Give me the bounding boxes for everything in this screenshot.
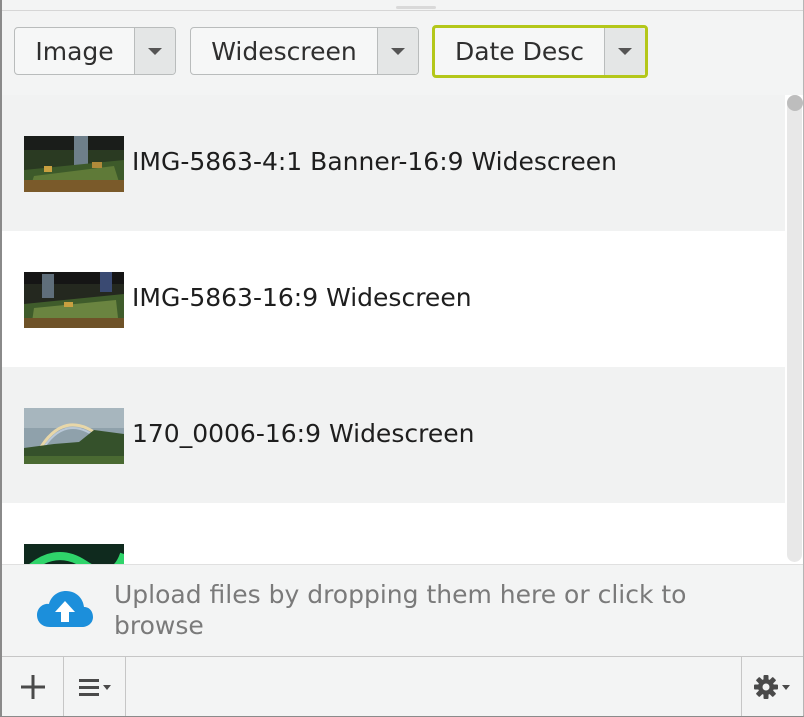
file-list: IMG-5863-4:1 Banner-16:9 Widescreen IMG-…	[2, 95, 785, 564]
image-thumbnail	[24, 136, 124, 192]
cloud-upload-icon	[37, 591, 93, 627]
settings-button[interactable]	[741, 657, 803, 716]
file-name: ...	[132, 555, 156, 564]
file-row[interactable]: IMG-5863-4:1 Banner-16:9 Widescreen	[2, 95, 785, 231]
chevron-down-icon	[618, 48, 632, 55]
list-menu-button[interactable]	[64, 657, 126, 716]
image-thumbnail	[24, 544, 124, 564]
panel-top-handle	[2, 0, 803, 11]
scrollbar-thumb[interactable]	[787, 95, 802, 562]
file-row[interactable]: ...	[2, 503, 785, 564]
dropdown-arrow-button[interactable]	[604, 28, 645, 75]
sort-label: Date Desc	[454, 37, 585, 66]
file-name: IMG-5863-16:9 Widescreen	[132, 283, 472, 312]
plus-icon	[20, 674, 45, 699]
dropdown-arrow-button[interactable]	[134, 28, 175, 74]
chevron-down-icon	[391, 47, 405, 55]
sort-dropdown[interactable]: Date Desc	[432, 25, 648, 78]
add-button[interactable]	[2, 657, 64, 716]
file-row[interactable]: 170_0006-16:9 Widescreen	[2, 367, 785, 503]
panel-footer	[2, 656, 803, 716]
image-thumbnail	[24, 272, 124, 328]
type-filter-label: Image	[35, 36, 114, 66]
upload-dropzone[interactable]: Upload files by dropping them here or cl…	[2, 564, 803, 657]
filter-toolbar: Image Widescreen Date Desc	[2, 11, 803, 95]
file-name: 170_0006-16:9 Widescreen	[132, 419, 475, 448]
upload-instructions: Upload files by dropping them here or cl…	[114, 580, 687, 640]
chevron-down-icon	[148, 47, 162, 55]
dropdown-arrow-button[interactable]	[377, 28, 418, 74]
list-menu-icon	[78, 678, 111, 696]
crop-filter-label: Widescreen	[211, 36, 357, 66]
file-row[interactable]: IMG-5863-16:9 Widescreen	[2, 231, 785, 367]
file-name: IMG-5863-4:1 Banner-16:9 Widescreen	[132, 147, 617, 176]
gear-icon	[753, 674, 790, 699]
image-thumbnail	[24, 408, 124, 464]
crop-filter-dropdown[interactable]: Widescreen	[190, 27, 419, 75]
scrollbar-cap	[787, 95, 803, 111]
type-filter-dropdown[interactable]: Image	[14, 27, 176, 75]
drag-handle[interactable]	[396, 6, 436, 9]
